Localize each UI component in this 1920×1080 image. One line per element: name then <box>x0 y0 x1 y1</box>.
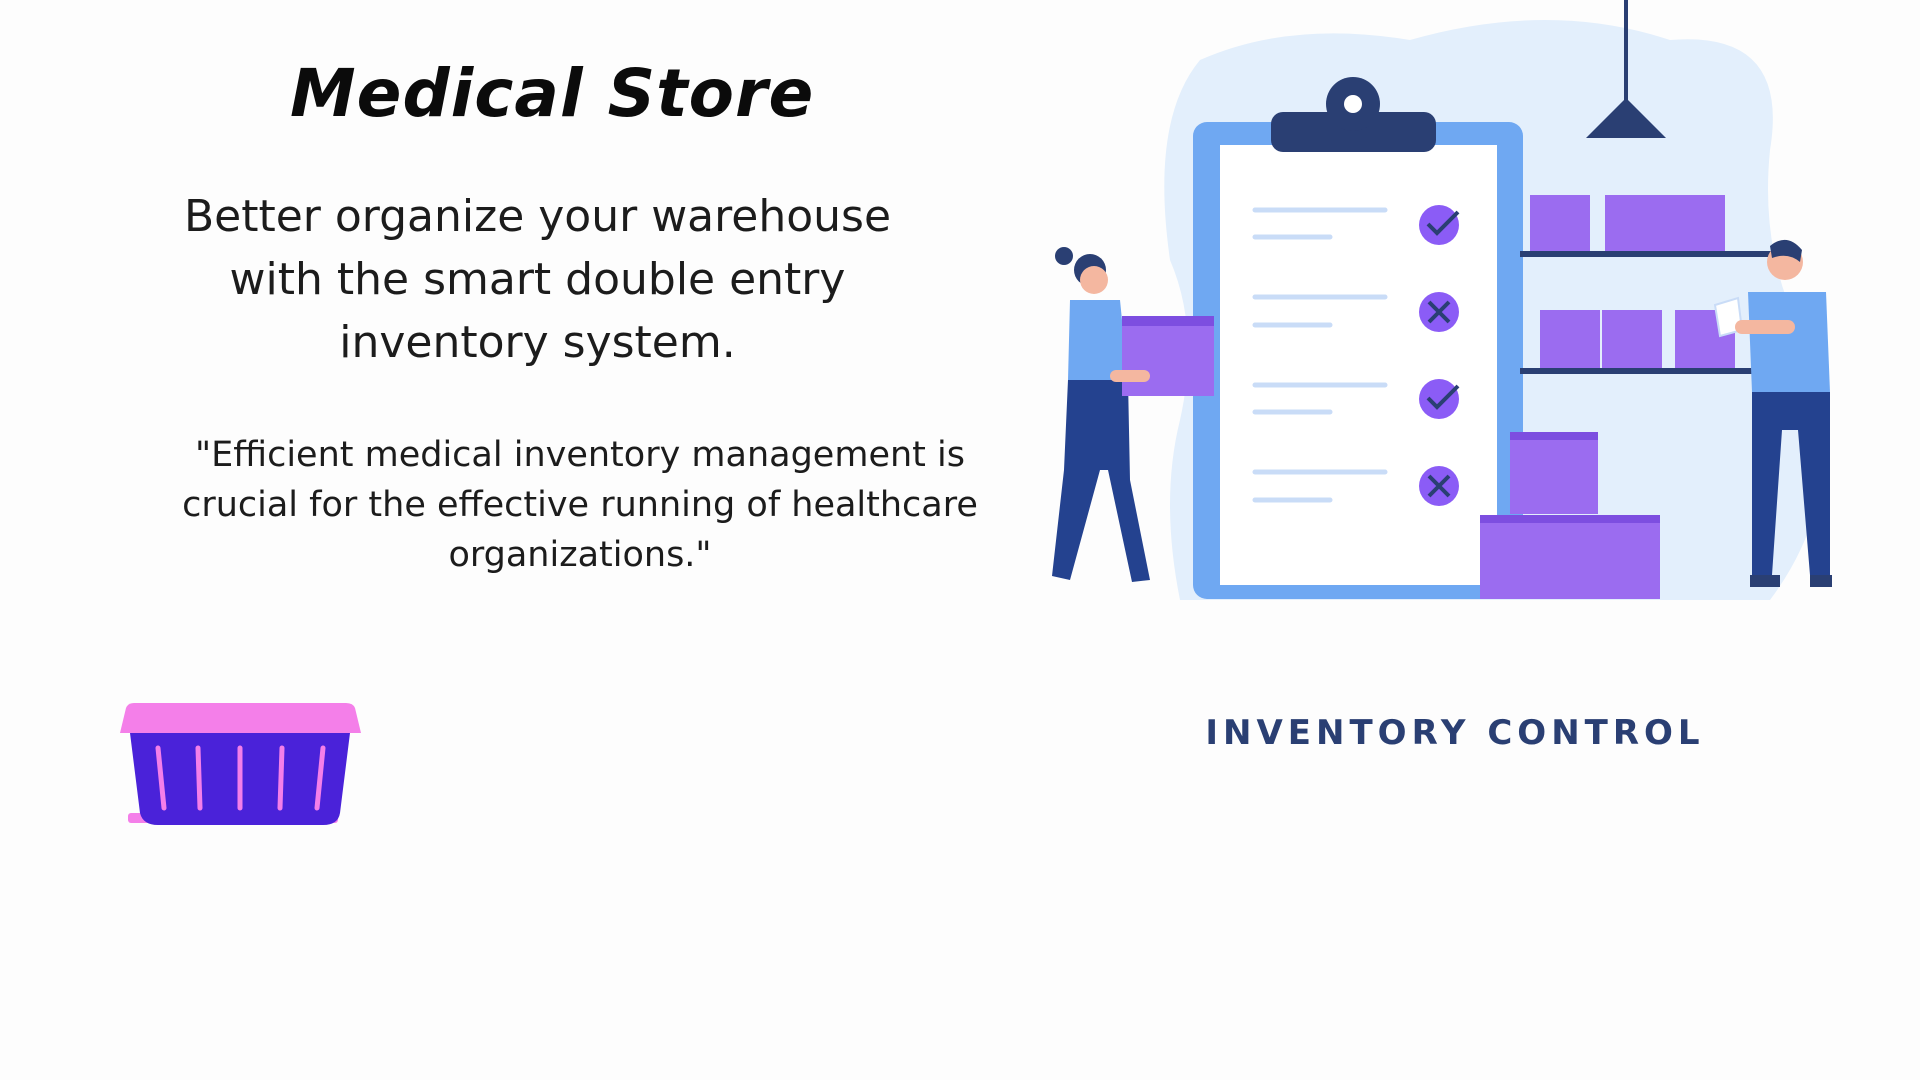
cross-icon <box>1419 292 1459 332</box>
check-icon <box>1419 205 1460 245</box>
cross-icon <box>1419 466 1459 506</box>
page-title: Medical Store <box>290 55 815 132</box>
subtitle-text: Better organize your warehouse with the … <box>183 191 892 368</box>
quote-text: "Efficient medical inventory management … <box>182 435 978 575</box>
illustration-caption: INVENTORY CONTROL <box>1205 713 1705 753</box>
inventory-illustration <box>1052 0 1832 600</box>
check-icon <box>1419 379 1460 419</box>
basket-icon <box>120 703 361 825</box>
